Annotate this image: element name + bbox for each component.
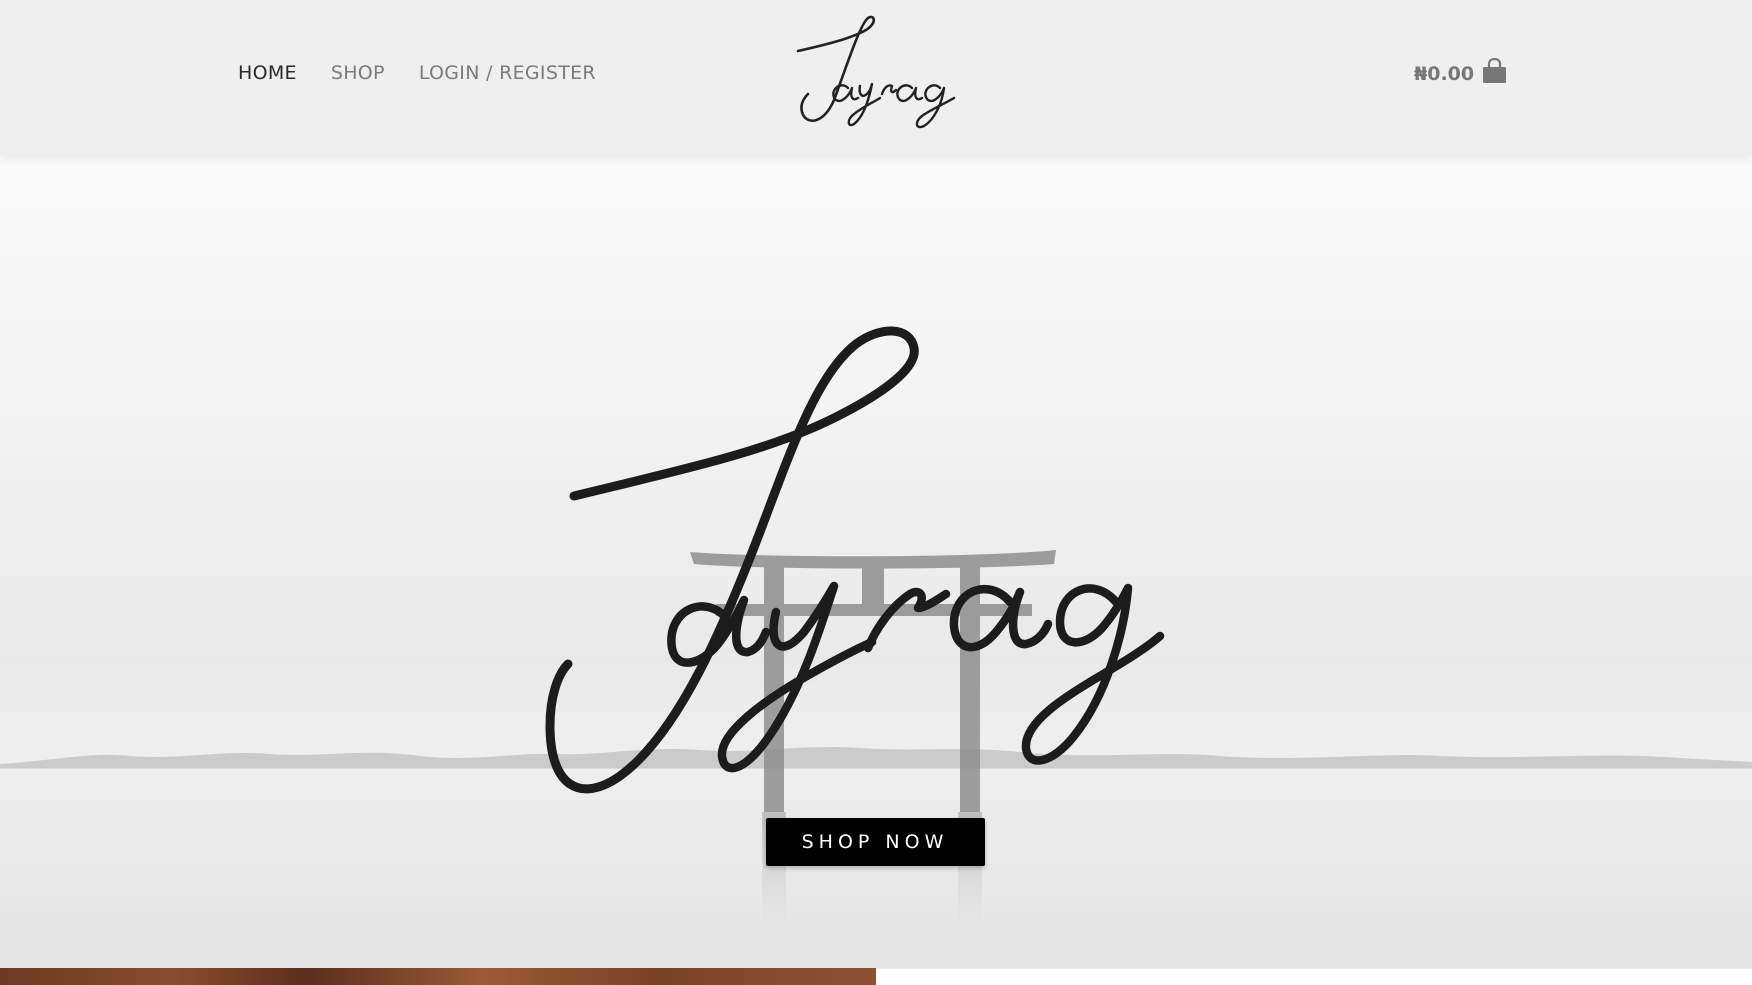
nav-shop-link[interactable]: SHOP <box>331 62 385 84</box>
signature-logo-mark <box>796 15 956 129</box>
shop-now-button[interactable]: SHOP NOW <box>766 818 985 866</box>
shopping-bag-icon <box>1482 57 1507 89</box>
hero-banner: SHOP NOW <box>0 156 1752 968</box>
nav-login-register-link[interactable]: LOGIN / REGISTER <box>419 62 596 84</box>
site-logo[interactable] <box>784 8 968 140</box>
site-header: HOME SHOP LOGIN / REGISTER ₦0.00 <box>0 0 1752 156</box>
featured-image-left <box>0 968 876 985</box>
main-nav: HOME SHOP LOGIN / REGISTER <box>238 62 596 84</box>
featured-panel-right <box>876 968 1752 985</box>
header-cart[interactable]: ₦0.00 <box>1414 57 1507 89</box>
below-fold-preview <box>0 968 1752 985</box>
cart-total: ₦0.00 <box>1414 62 1475 85</box>
nav-home-link[interactable]: HOME <box>238 62 297 84</box>
